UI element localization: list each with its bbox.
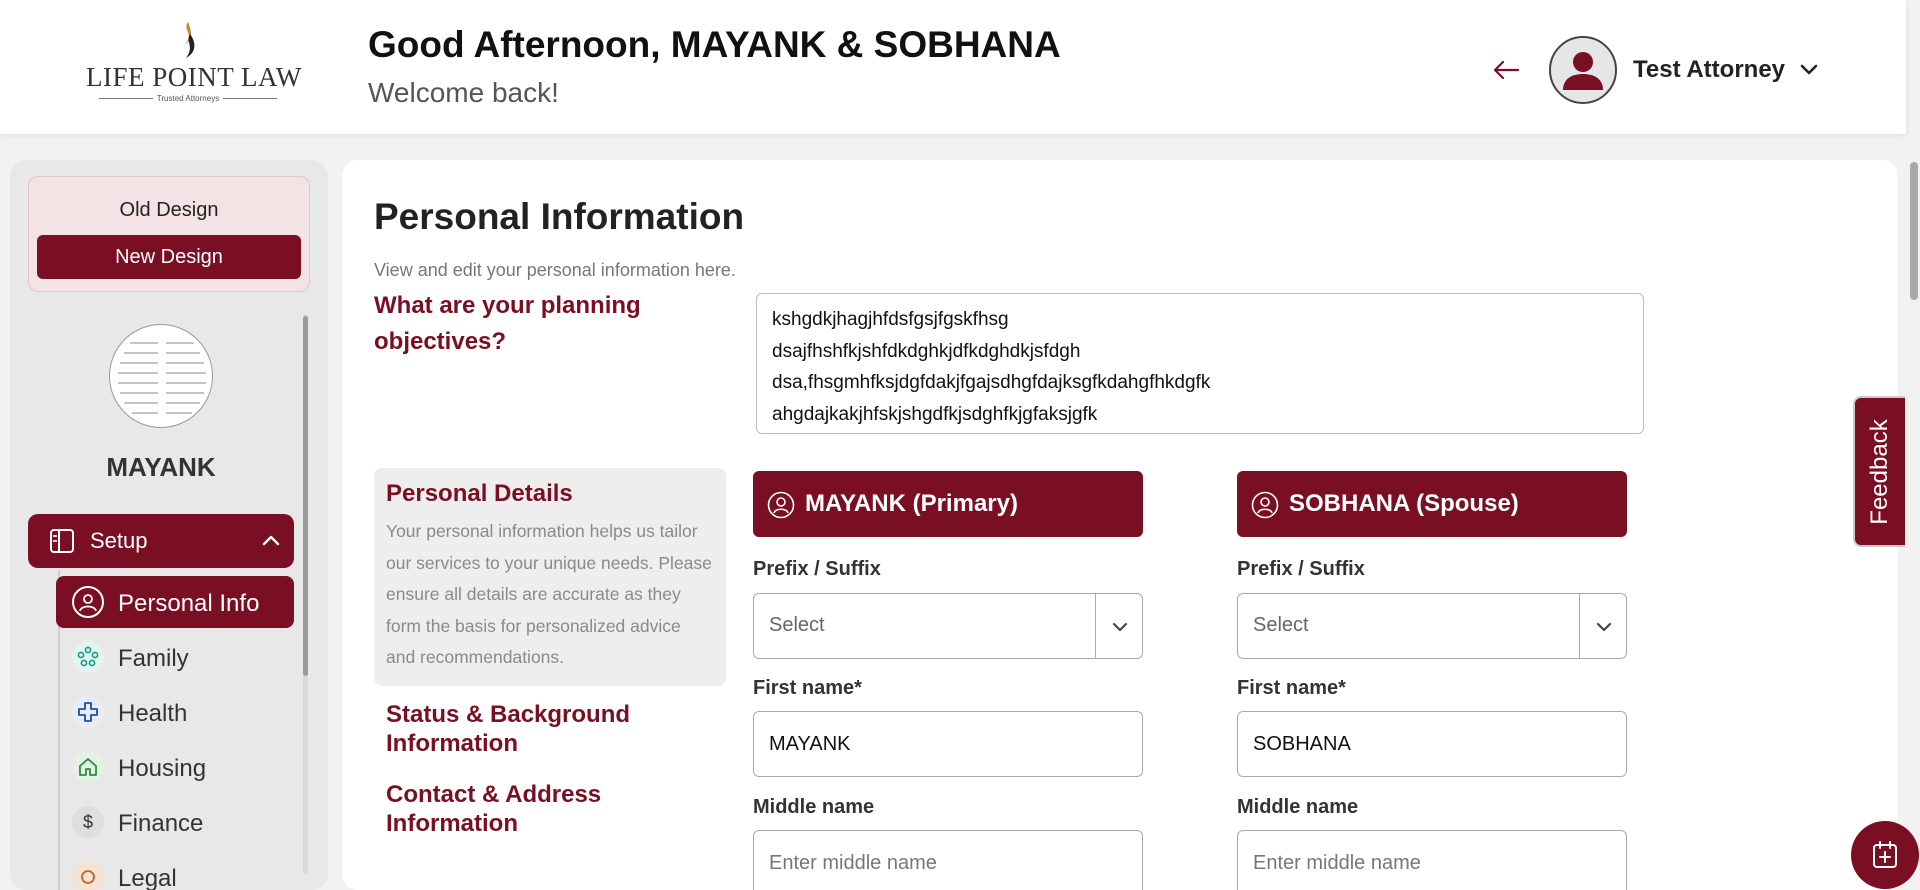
chevron-down-icon xyxy=(1596,622,1612,632)
feedback-label: Feedback xyxy=(1866,418,1893,525)
user-avatar-icon xyxy=(1563,52,1603,90)
spouse-header-label: SOBHANA (Spouse) xyxy=(1289,490,1519,517)
objectives-label: What are your planning objectives? xyxy=(374,292,641,355)
user-icon xyxy=(72,586,104,618)
old-design-button[interactable]: Old Design xyxy=(29,199,309,222)
top-header: LIFE POINT LAW Trusted Attorneys Good Af… xyxy=(0,0,1906,134)
user-name[interactable]: Test Attorney xyxy=(1633,56,1785,84)
design-switcher: Old Design New Design xyxy=(28,176,310,292)
sidebar-item-family[interactable]: Family xyxy=(56,631,294,683)
primary-prefix-select[interactable]: Select xyxy=(753,593,1143,659)
sidebar-item-personal-info[interactable]: Personal Info xyxy=(56,576,294,628)
spouse-first-name-label: First name* xyxy=(1237,677,1346,699)
svg-text:$: $ xyxy=(83,812,93,832)
sidebar-item-housing[interactable]: Housing xyxy=(56,741,294,793)
logo-tagline: Trusted Attorneys xyxy=(156,94,220,103)
sidebar: Old Design New Design MAYANK Setup Perso… xyxy=(10,160,328,890)
book-icon xyxy=(50,529,74,553)
user-icon xyxy=(767,491,795,519)
page-title: Personal Information xyxy=(374,196,745,237)
personal-details-title: Personal Details xyxy=(386,480,573,507)
personal-details-card[interactable]: Personal Details Your personal informati… xyxy=(374,468,726,686)
spouse-header: SOBHANA (Spouse) xyxy=(1237,471,1627,537)
sidebar-item-health[interactable]: Health xyxy=(56,686,294,738)
objectives-textarea[interactable]: kshgdkjhagjhfdsfgsjfgskfhsg dsajfhshfkjs… xyxy=(756,293,1644,434)
primary-first-name-label: First name* xyxy=(753,677,862,699)
primary-prefix-value: Select xyxy=(769,614,825,636)
house-icon xyxy=(72,751,104,783)
personal-details-description: Your personal information helps us tailo… xyxy=(386,521,712,667)
family-icon xyxy=(72,641,104,673)
sidebar-item-label: Legal xyxy=(118,865,177,890)
primary-header-label: MAYANK (Primary) xyxy=(805,490,1018,517)
sidebar-item-label: Health xyxy=(118,700,188,727)
feedback-tab[interactable]: Feedback xyxy=(1853,396,1905,547)
page-scrollbar-thumb[interactable] xyxy=(1910,162,1918,300)
sidebar-item-label: Family xyxy=(118,645,189,672)
sidebar-item-label: Personal Info xyxy=(118,590,260,617)
spouse-column: SOBHANA (Spouse) xyxy=(1237,471,1627,537)
primary-column: MAYANK (Primary) xyxy=(753,471,1143,537)
spouse-middle-name-label: Middle name xyxy=(1237,796,1359,818)
flame-logo-icon xyxy=(185,22,195,58)
document-thumbnail-icon xyxy=(118,342,206,414)
new-design-button[interactable]: New Design xyxy=(37,235,301,279)
medical-cross-icon xyxy=(72,696,104,728)
sidebar-item-finance[interactable]: $ Finance xyxy=(56,796,294,848)
primary-prefix-label: Prefix / Suffix xyxy=(753,558,881,580)
primary-header: MAYANK (Primary) xyxy=(753,471,1143,537)
back-arrow-icon[interactable] xyxy=(1490,54,1522,86)
spouse-first-name-input[interactable] xyxy=(1237,711,1627,777)
logo-name: LIFE POINT LAW xyxy=(86,62,302,92)
status-background-link[interactable]: Status & Background Information xyxy=(386,700,706,758)
chevron-down-icon[interactable] xyxy=(1797,58,1821,82)
floating-calendar-button[interactable] xyxy=(1851,821,1919,889)
spouse-prefix-label: Prefix / Suffix xyxy=(1237,558,1365,580)
primary-middle-name-input[interactable] xyxy=(753,830,1143,890)
profile-picture[interactable] xyxy=(109,324,213,428)
chevron-up-icon xyxy=(262,535,280,546)
setup-section-toggle[interactable]: Setup xyxy=(28,514,294,568)
contact-address-link[interactable]: Contact & Address Information xyxy=(386,780,706,838)
logo[interactable]: LIFE POINT LAW Trusted Attorneys xyxy=(86,20,302,110)
user-icon xyxy=(1251,491,1279,519)
sidebar-item-label: Finance xyxy=(118,810,204,837)
legal-icon xyxy=(72,861,104,890)
page-subtitle: View and edit your personal information … xyxy=(374,260,736,280)
dollar-icon: $ xyxy=(72,806,104,838)
sidebar-item-legal[interactable]: Legal xyxy=(56,851,294,890)
sidebar-item-label: Housing xyxy=(118,755,207,782)
calendar-add-icon xyxy=(1873,841,1897,868)
main-panel: Personal Information View and edit your … xyxy=(342,160,1898,890)
primary-middle-name-label: Middle name xyxy=(753,796,875,818)
chevron-down-icon xyxy=(1112,622,1128,632)
spouse-prefix-value: Select xyxy=(1253,614,1309,636)
profile-name: MAYANK xyxy=(106,452,216,482)
setup-label: Setup xyxy=(90,528,148,553)
spouse-prefix-select[interactable]: Select xyxy=(1237,593,1627,659)
user-avatar[interactable] xyxy=(1549,36,1617,104)
spouse-middle-name-input[interactable] xyxy=(1237,830,1627,890)
welcome-subtitle: Welcome back! xyxy=(368,77,559,108)
greeting-title: Good Afternoon, MAYANK & SOBHANA xyxy=(368,24,1061,65)
primary-first-name-input[interactable] xyxy=(753,711,1143,777)
sidebar-scrollbar-thumb[interactable] xyxy=(303,316,308,676)
